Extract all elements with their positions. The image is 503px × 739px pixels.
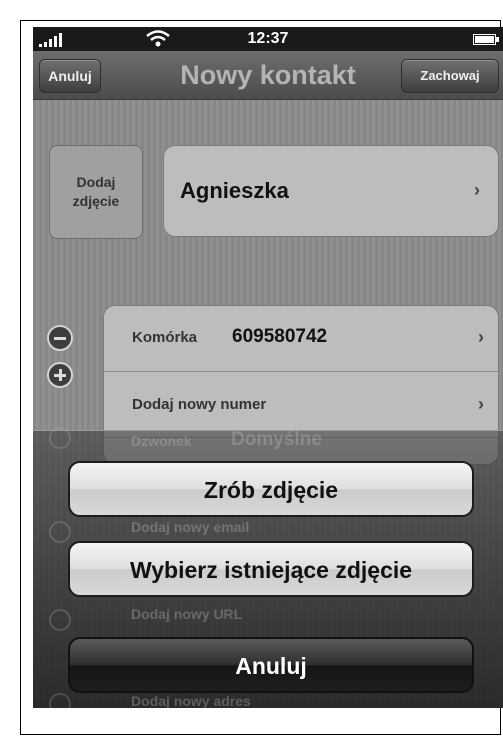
take-photo-button[interactable]: Zrób zdjęcie [68,461,474,517]
chevron-right-icon: › [478,394,484,414]
status-bar: 12:37 [33,27,503,51]
ringtone-value: Domyślne [231,429,322,450]
phone-value: 609580742 [232,326,328,347]
add-number-icon[interactable] [47,362,73,388]
add-photo-label-line2: zdjęcie [72,193,120,209]
add-icon [49,609,71,631]
add-email-label: Dodaj nowy email [131,519,250,535]
name-value: Agnieszka [180,178,289,203]
chevron-right-icon: › [478,327,484,347]
add-number-row[interactable]: Dodaj nowy numer › [104,371,498,438]
status-time: 12:37 [247,30,289,47]
add-photo-label-line1: Dodaj [76,174,116,190]
battery-icon [473,34,499,45]
add-number-label: Dodaj nowy numer [132,396,267,413]
add-icon [49,521,71,543]
action-sheet: Dzwonek Domyślne Dodaj nowy email Dodaj … [33,427,503,708]
add-photo-button[interactable]: Dodaj zdjęcie [49,145,143,239]
phone-screen: 12:37 Anuluj Nowy kontakt Zachowaj Dodaj… [33,27,503,708]
remove-number-icon[interactable] [47,325,73,351]
phone-label: Komórka [132,329,198,346]
chevron-right-icon: › [474,180,480,200]
add-icon [49,693,71,708]
save-button[interactable]: Zachowaj [401,59,499,93]
navigation-bar: Anuluj Nowy kontakt Zachowaj [33,51,503,100]
phone-row-mobile[interactable]: Komórka 609580742 › [104,306,498,371]
add-address-label: Dodaj nowy adres [131,693,251,708]
ringtone-label: Dzwonek [131,433,192,449]
action-sheet-cancel-button[interactable]: Anuluj [68,637,474,693]
choose-photo-button[interactable]: Wybierz istniejące zdjęcie [68,541,474,597]
name-field[interactable]: Agnieszka › [163,145,499,237]
add-icon [49,427,71,449]
add-url-label: Dodaj nowy URL [131,606,243,622]
